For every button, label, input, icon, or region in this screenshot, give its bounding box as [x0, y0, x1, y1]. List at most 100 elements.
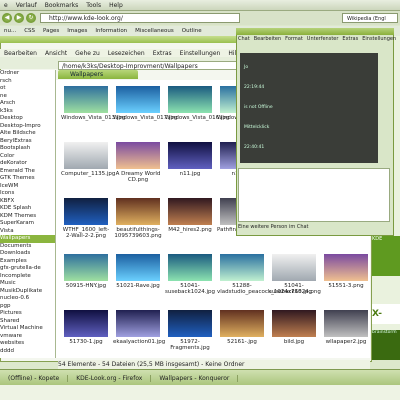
- file-thumbnail[interactable]: [168, 254, 212, 281]
- tree-item[interactable]: Desktop: [0, 115, 55, 123]
- file-thumbnail[interactable]: [116, 254, 160, 281]
- bookmark-item[interactable]: nu...: [0, 28, 20, 34]
- menu-bookmarks[interactable]: Bookmarks: [41, 2, 83, 9]
- tree-item[interactable]: SuperKaram: [0, 220, 55, 228]
- tree-item[interactable]: KBFX: [0, 198, 55, 206]
- file-thumbnail[interactable]: [64, 254, 108, 281]
- chat-message: is not Offline: [244, 105, 273, 110]
- tree-item[interactable]: Desktop-Impro: [0, 123, 55, 131]
- menu-help[interactable]: Help: [105, 2, 127, 9]
- file-thumbnail[interactable]: [168, 86, 212, 113]
- tree-item[interactable]: IceWM: [0, 183, 55, 191]
- task-kopete[interactable]: (Offline) - Kopete: [0, 374, 69, 382]
- tree-item[interactable]: Virtual Machine: [0, 325, 55, 333]
- menu-extras[interactable]: Extras: [340, 36, 360, 42]
- file-thumbnail[interactable]: [324, 310, 368, 337]
- tree-item[interactable]: Emerald The: [0, 168, 55, 176]
- file-thumbnail[interactable]: [64, 310, 108, 337]
- forward-icon[interactable]: ▶: [14, 13, 24, 23]
- tree-item[interactable]: pgp: [0, 303, 55, 311]
- task-konqueror[interactable]: Wallpapers - Konqueror: [151, 374, 239, 382]
- tree-item[interactable]: ot: [0, 85, 55, 93]
- tree-item[interactable]: KDE Splash: [0, 205, 55, 213]
- reload-icon[interactable]: ↻: [26, 13, 36, 23]
- menu-extras[interactable]: Extras: [149, 50, 176, 57]
- tree-item[interactable]: MusikDuplikate: [0, 288, 55, 296]
- task-firefox[interactable]: KDE-Look.org - Firefox: [68, 374, 152, 382]
- tree-item[interactable]: rsch: [0, 78, 55, 86]
- location-bar[interactable]: /home/k3ks/Desktop-Improvment/Wallpapers: [58, 61, 258, 70]
- bookmark-item[interactable]: Images: [63, 28, 91, 34]
- tree-item[interactable]: Ordner: [0, 70, 55, 78]
- tree-item[interactable]: Icons: [0, 190, 55, 198]
- tree-item[interactable]: Wallpapers: [0, 235, 55, 243]
- bookmark-item[interactable]: Information: [91, 28, 131, 34]
- menu-lesezeichen[interactable]: Lesezeichen: [104, 50, 149, 57]
- menu-bearbeiten[interactable]: Bearbeiten: [0, 50, 41, 57]
- tree-item[interactable]: GTK Themes: [0, 175, 55, 183]
- menu-einstellungen[interactable]: Einstellungen: [176, 50, 225, 57]
- tree-item[interactable]: Vista: [0, 228, 55, 236]
- tree-item[interactable]: k3ks: [0, 108, 55, 116]
- file-thumbnail[interactable]: [64, 86, 108, 113]
- tree-item[interactable]: Music: [0, 280, 55, 288]
- tree-item[interactable]: gfx-grutella-de: [0, 265, 55, 273]
- tree-item[interactable]: Alte Bildsche: [0, 130, 55, 138]
- tree-item[interactable]: Color: [0, 153, 55, 161]
- bookmark-item[interactable]: Outline: [178, 28, 206, 34]
- tree-item[interactable]: Pictures: [0, 310, 55, 318]
- file-thumbnail[interactable]: [272, 310, 316, 337]
- file-thumbnail[interactable]: [116, 198, 160, 225]
- tree-item[interactable]: Bootsplash: [0, 145, 55, 153]
- tree-item[interactable]: nucleo-0.6: [0, 295, 55, 303]
- menu-e[interactable]: e: [0, 2, 12, 9]
- menu-einstellungen[interactable]: Einstellungen: [360, 36, 398, 42]
- file-thumbnail[interactable]: [116, 86, 160, 113]
- tree-item[interactable]: Arsch: [0, 100, 55, 108]
- file-thumbnail[interactable]: [220, 310, 264, 337]
- tree-item[interactable]: Incomplete: [0, 273, 55, 281]
- file-thumbnail[interactable]: [64, 142, 108, 169]
- chat-input[interactable]: [238, 168, 390, 222]
- tree-item[interactable]: Downloads: [0, 250, 55, 258]
- tree-item[interactable]: Examples: [0, 258, 55, 266]
- bookmark-item[interactable]: CSS: [20, 28, 39, 34]
- bookmark-item[interactable]: Miscellaneous: [131, 28, 178, 34]
- menu-verlauf[interactable]: Verlauf: [12, 2, 41, 9]
- chat-titlebar[interactable]: [236, 28, 394, 35]
- tree-item[interactable]: Shared: [0, 318, 55, 326]
- menu-gehe-zu[interactable]: Gehe zu: [71, 50, 104, 57]
- file-thumbnail[interactable]: [168, 142, 212, 169]
- menu-ansicht[interactable]: Ansicht: [41, 50, 71, 57]
- menu-tools[interactable]: Tools: [82, 2, 105, 9]
- tree-item[interactable]: deKorator: [0, 160, 55, 168]
- file-thumbnail[interactable]: [324, 254, 368, 281]
- file-thumbnail[interactable]: [64, 198, 108, 225]
- search-input[interactable]: Wikipedia (Engl: [342, 13, 398, 23]
- back-icon[interactable]: ◀: [2, 13, 12, 23]
- tree-item[interactable]: ne: [0, 93, 55, 101]
- file-thumbnail[interactable]: [272, 254, 316, 281]
- tree-item[interactable]: dddd: [0, 348, 55, 356]
- file-thumbnail[interactable]: [116, 142, 160, 169]
- file-thumbnail[interactable]: [220, 254, 264, 281]
- file-name: beautifulthings-1095739603.png: [114, 227, 162, 239]
- bookmark-item[interactable]: Pages: [39, 28, 63, 34]
- tree-item[interactable]: vmware: [0, 333, 55, 341]
- menu-format[interactable]: Format: [283, 36, 305, 42]
- tab-wallpapers[interactable]: Wallpapers: [58, 70, 138, 79]
- menu-bearbeiten[interactable]: Bearbeiten: [252, 36, 283, 42]
- folder-tree[interactable]: Ordner rsch ot ne Arsch k3ks Desktop Desktop-Im…: [0, 70, 56, 358]
- tree-item[interactable]: Documents: [0, 243, 55, 251]
- file-thumbnail[interactable]: [168, 198, 212, 225]
- file-thumbnail[interactable]: [116, 310, 160, 337]
- file-thumbnail[interactable]: [168, 310, 212, 337]
- tree-item[interactable]: BerylExtras: [0, 138, 55, 146]
- menu-unterfenster[interactable]: Unterfenster: [305, 36, 341, 42]
- tree-item[interactable]: websites: [0, 340, 55, 348]
- tree-item[interactable]: KDM Themes: [0, 213, 55, 221]
- file-name: Windows_Vista_017.jpg: [113, 115, 178, 121]
- chat-toolbar: [238, 42, 388, 52]
- menu-chat[interactable]: Chat: [236, 36, 252, 42]
- url-bar[interactable]: http://www.kde-look.org/: [40, 13, 240, 23]
